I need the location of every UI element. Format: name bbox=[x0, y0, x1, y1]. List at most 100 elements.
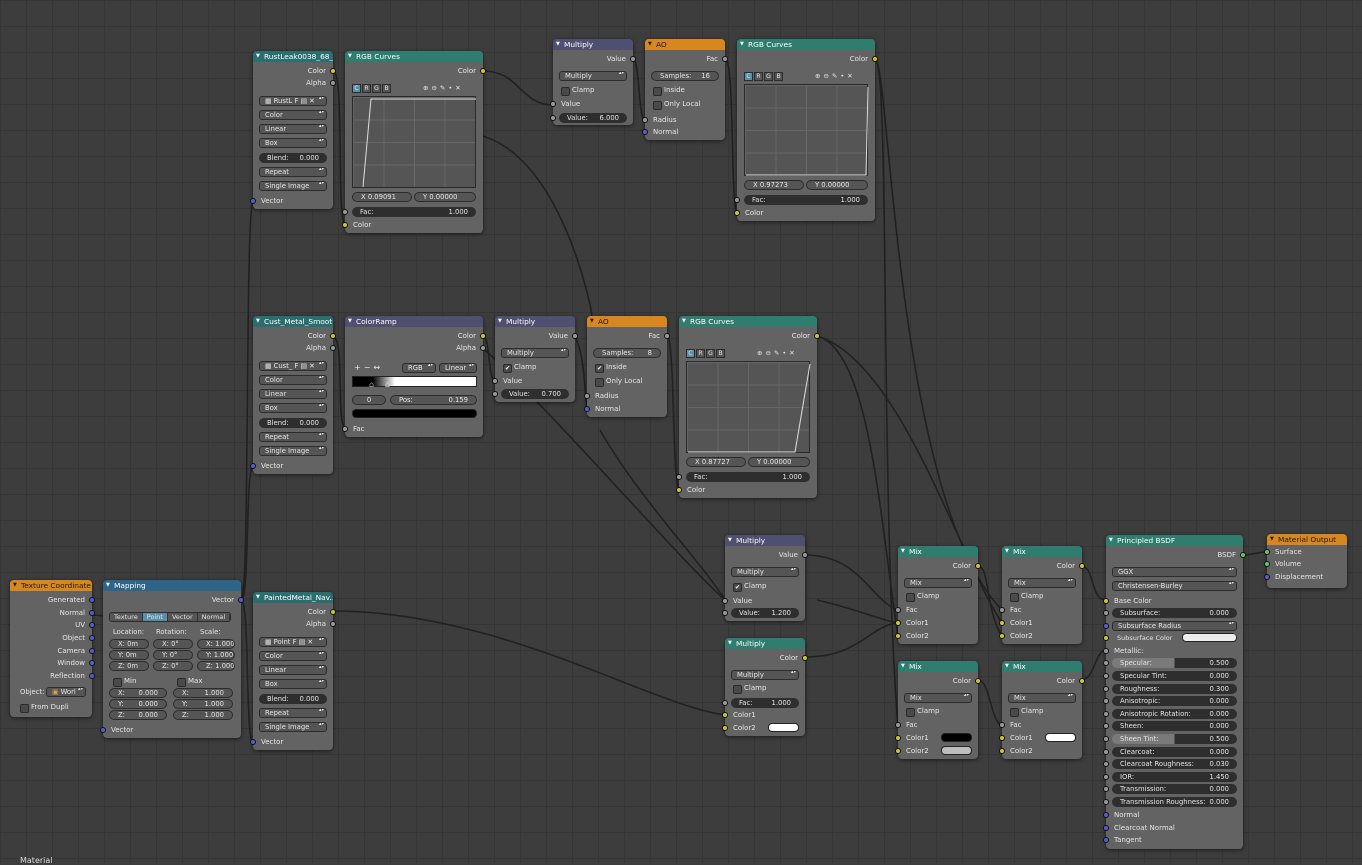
mix-node-2[interactable]: Mix Color Mix Clamp Fac Color1 Color2 bbox=[999, 546, 1085, 644]
extension-dropdown[interactable]: Repeat bbox=[259, 708, 327, 718]
node-header[interactable]: Multiply bbox=[553, 39, 633, 50]
clamp-checkbox[interactable]: Clamp bbox=[561, 85, 594, 96]
flip-button[interactable]: ↔ bbox=[373, 363, 383, 372]
socket[interactable] bbox=[89, 648, 95, 654]
socket[interactable] bbox=[1103, 685, 1109, 692]
curve-graph[interactable] bbox=[744, 84, 869, 176]
channel-b[interactable]: B bbox=[774, 72, 783, 81]
socket[interactable] bbox=[722, 56, 728, 62]
socket[interactable] bbox=[722, 700, 728, 706]
socket[interactable] bbox=[630, 56, 636, 62]
bsdf-input-field[interactable]: Anisotropic: 0.000 bbox=[1112, 696, 1237, 707]
node-header[interactable]: Texture Coordinate bbox=[10, 580, 92, 591]
node-header[interactable]: RGB Curves bbox=[737, 39, 875, 50]
socket[interactable] bbox=[999, 620, 1005, 626]
interpolation-dropdown[interactable]: Linear bbox=[439, 363, 477, 373]
socket[interactable] bbox=[975, 678, 981, 684]
bsdf-input-field[interactable]: Transmission: 0.000 bbox=[1112, 784, 1237, 795]
blend-type-dropdown[interactable]: Mix bbox=[1008, 693, 1076, 703]
socket[interactable] bbox=[1103, 622, 1109, 629]
interpolation-dropdown[interactable]: Linear bbox=[259, 665, 327, 675]
tab-vector[interactable]: Vector bbox=[167, 613, 198, 621]
node-header[interactable]: Material Output bbox=[1267, 534, 1347, 545]
object-field[interactable]: ▣ Worl bbox=[46, 687, 86, 697]
fac-field[interactable]: Fac: 1.000 bbox=[686, 472, 810, 482]
bsdf-input-field[interactable]: Sheen Tint: 0.500 bbox=[1112, 734, 1237, 744]
socket[interactable] bbox=[480, 68, 486, 74]
socket[interactable] bbox=[1103, 812, 1109, 818]
image-selector[interactable]: ▦ Point F ▤ ✕ bbox=[259, 637, 327, 647]
node-header[interactable]: Multiply bbox=[725, 535, 805, 546]
socket[interactable] bbox=[872, 56, 878, 62]
socket[interactable] bbox=[1264, 561, 1270, 567]
socket[interactable] bbox=[330, 609, 336, 615]
from-dupli-checkbox[interactable]: From Dupli bbox=[20, 702, 69, 713]
rotation-z[interactable]: Z: 0° bbox=[153, 661, 193, 671]
mix-node-4[interactable]: Mix Color Mix Clamp Fac Color1 Color2 bbox=[999, 661, 1085, 759]
bsdf-input-field[interactable]: Roughness: 0.300 bbox=[1112, 683, 1237, 694]
image-texture-node-2[interactable]: Cust_Metal_Smoot... Color Alpha ▦ Cust_ … bbox=[250, 316, 336, 474]
channel-c[interactable]: C bbox=[686, 349, 695, 358]
channel-buttons[interactable]: CRGB bbox=[352, 84, 392, 93]
fake-user[interactable]: F bbox=[293, 638, 297, 646]
socket[interactable] bbox=[1103, 736, 1109, 742]
clamp-checkbox[interactable]: Clamp bbox=[1010, 591, 1043, 602]
socket[interactable] bbox=[722, 725, 728, 731]
socket[interactable] bbox=[975, 563, 981, 569]
socket[interactable] bbox=[1103, 598, 1109, 604]
samples-field[interactable]: Samples: 16 bbox=[651, 71, 719, 81]
socket[interactable] bbox=[330, 345, 336, 351]
folder-icon[interactable]: ▤ bbox=[301, 97, 307, 105]
socket[interactable] bbox=[642, 129, 648, 135]
color1-swatch[interactable] bbox=[941, 733, 972, 742]
value-field[interactable]: Value: 1.200 bbox=[731, 608, 799, 618]
blend-type-dropdown[interactable]: Multiply bbox=[731, 670, 799, 680]
mix-node-1[interactable]: Mix Color Mix Clamp Fac Color1 Color2 bbox=[895, 546, 981, 644]
socket[interactable] bbox=[1079, 563, 1085, 569]
blend-type-dropdown[interactable]: Mix bbox=[904, 693, 972, 703]
mix-multiply-node[interactable]: Multiply Color Multiply Clamp Fac:1.000 … bbox=[722, 638, 808, 736]
only-local-checkbox[interactable]: Only Local bbox=[653, 99, 700, 110]
close-icon[interactable]: ✕ bbox=[307, 638, 313, 646]
socket[interactable] bbox=[89, 622, 95, 628]
inside-checkbox[interactable]: Inside bbox=[653, 85, 685, 96]
projection-dropdown[interactable]: Box bbox=[259, 403, 327, 413]
close-icon[interactable]: ✕ bbox=[847, 72, 855, 80]
only-local-checkbox[interactable]: Only Local bbox=[595, 376, 642, 387]
socket[interactable] bbox=[895, 748, 901, 754]
blend-field[interactable]: Blend: 0.000 bbox=[259, 694, 327, 704]
curve-graph[interactable] bbox=[352, 96, 476, 188]
position-field[interactable]: Pos: 0.159 bbox=[390, 395, 477, 405]
rgb-curves-node-3[interactable]: RGB Curves Color CRGB ⊕⊖✎•✕ X 0.87727 Y … bbox=[676, 316, 820, 498]
socket[interactable] bbox=[1103, 647, 1109, 654]
node-header[interactable]: Mix bbox=[1002, 661, 1082, 672]
fac-field[interactable]: Fac: 1.000 bbox=[352, 207, 476, 217]
color-space-dropdown[interactable]: Color bbox=[259, 110, 327, 120]
point-y-field[interactable]: Y 0.00000 bbox=[806, 180, 868, 190]
socket[interactable] bbox=[330, 80, 336, 86]
point-y-field[interactable]: Y 0.00000 bbox=[414, 192, 476, 202]
zoom-out-icon[interactable]: ⊖ bbox=[765, 349, 773, 357]
projection-dropdown[interactable]: Box bbox=[259, 679, 327, 689]
socket[interactable] bbox=[492, 391, 498, 397]
socket[interactable] bbox=[480, 333, 486, 339]
socket[interactable] bbox=[342, 209, 348, 215]
node-header[interactable]: RustLeak0038_68_ bbox=[253, 51, 333, 62]
interpolation-dropdown[interactable]: Linear bbox=[259, 389, 327, 399]
socket[interactable] bbox=[999, 722, 1005, 728]
location-z[interactable]: Z: 0m bbox=[109, 661, 149, 671]
node-header[interactable]: Mix bbox=[898, 661, 978, 672]
mix-node-3[interactable]: Mix Color Mix Clamp Fac Color1 Color2 bbox=[895, 661, 981, 759]
socket[interactable] bbox=[250, 198, 256, 204]
socket[interactable] bbox=[895, 620, 901, 626]
close-icon[interactable]: ✕ bbox=[309, 362, 315, 370]
socket[interactable] bbox=[550, 115, 556, 121]
channel-b[interactable]: B bbox=[716, 349, 725, 358]
socket[interactable] bbox=[802, 552, 808, 558]
bsdf-input-field[interactable]: Sheen: 0.000 bbox=[1112, 721, 1237, 732]
socket[interactable] bbox=[802, 655, 808, 661]
blend-field[interactable]: Blend: 0.000 bbox=[259, 418, 327, 428]
channel-c[interactable]: C bbox=[352, 84, 361, 93]
socket[interactable] bbox=[814, 333, 820, 339]
socket[interactable] bbox=[1103, 773, 1109, 780]
